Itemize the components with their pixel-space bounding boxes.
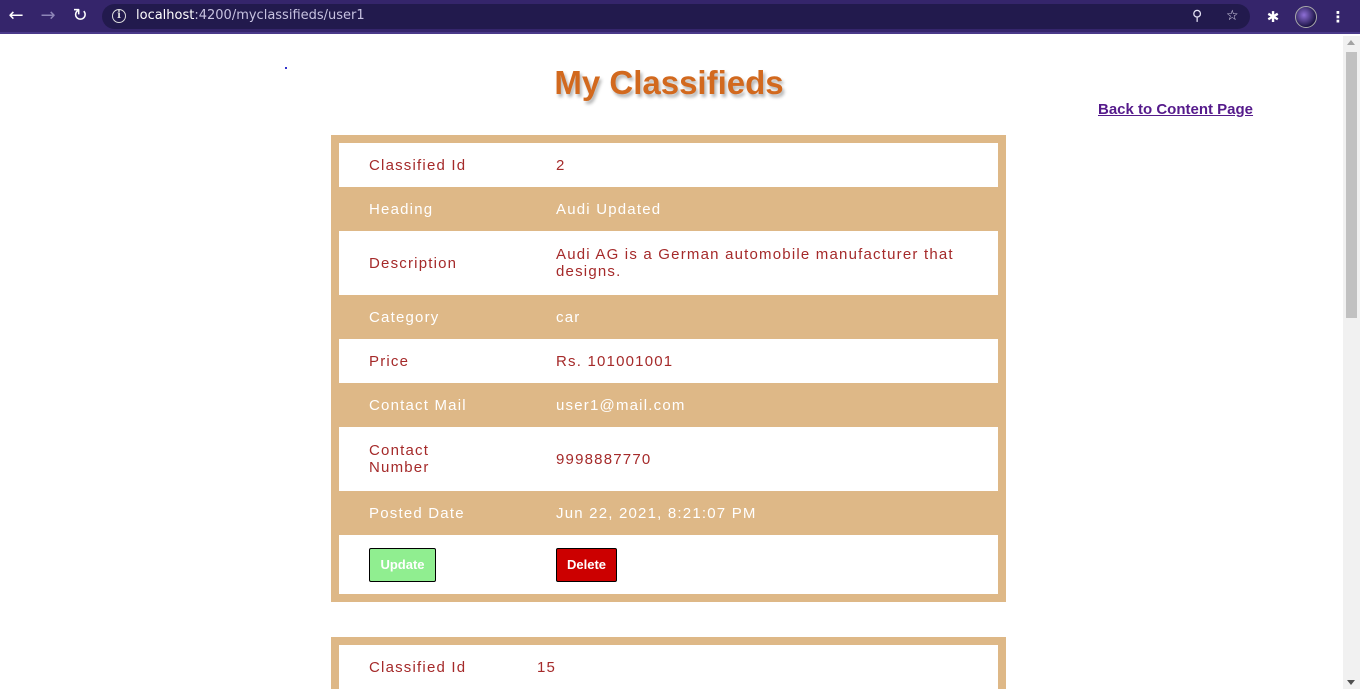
reload-icon[interactable]: ↻	[69, 5, 91, 27]
delete-cell: Delete	[556, 535, 998, 594]
table-row: Heading Audi Updated	[339, 187, 998, 231]
category-value: car	[556, 308, 581, 326]
mail-label: Contact Mail	[369, 396, 467, 414]
price-label: Price	[369, 352, 410, 370]
heading-label: Heading	[369, 200, 434, 218]
id-value: 2	[556, 156, 566, 174]
scroll-up-icon[interactable]	[1347, 40, 1355, 45]
update-button[interactable]: Update	[369, 547, 436, 582]
table-row: Classified Id 2	[339, 143, 998, 187]
page-content: My Classifieds Back to Content Page Clas…	[0, 36, 1343, 689]
scroll-thumb[interactable]	[1346, 52, 1357, 318]
update-cell: Update	[339, 535, 556, 594]
menu-icon[interactable]: ⋮	[1327, 6, 1349, 28]
classified-table: Classified Id 2 Heading Audi Updated Des…	[339, 143, 998, 594]
table-row: Contact Number 9998887770	[339, 427, 998, 491]
id-value: 15	[537, 645, 998, 689]
table-row: Price Rs. 101001001	[339, 339, 998, 383]
description-value: Audi AG is a German automobile manufactu…	[556, 246, 954, 280]
table-row: Description Audi AG is a German automobi…	[339, 231, 998, 295]
info-icon[interactable]: i	[112, 9, 126, 23]
delete-button[interactable]: Delete	[556, 547, 617, 582]
scroll-down-icon[interactable]	[1347, 680, 1355, 685]
price-value: Rs. 101001001	[556, 352, 674, 370]
date-label: Posted Date	[369, 504, 465, 522]
table-row: Update Delete	[339, 535, 998, 594]
mail-value: user1@mail.com	[556, 396, 686, 414]
table-row: Classified Id 15	[339, 645, 998, 689]
star-icon[interactable]: ☆	[1226, 8, 1239, 24]
category-label: Category	[369, 308, 440, 326]
description-label: Description	[369, 254, 458, 272]
browser-toolbar: ← → ↻ i localhost:4200/myclassifieds/use…	[0, 0, 1360, 34]
forward-arrow-icon[interactable]: →	[37, 5, 59, 27]
number-value: 9998887770	[556, 450, 652, 468]
url-text[interactable]: localhost:4200/myclassifieds/user1	[136, 8, 365, 23]
id-value-text: 15	[537, 658, 557, 676]
table-row: Contact Mail user1@mail.com	[339, 383, 998, 427]
classified-table: Classified Id 15	[339, 645, 998, 689]
avatar[interactable]	[1295, 6, 1317, 28]
date-value: Jun 22, 2021, 8:21:07 PM	[556, 504, 757, 522]
classified-card: Classified Id 15	[331, 637, 1006, 689]
table-row: Category car	[339, 295, 998, 339]
table-row: Posted Date Jun 22, 2021, 8:21:07 PM	[339, 491, 998, 535]
back-to-content-link[interactable]: Back to Content Page	[1098, 101, 1253, 118]
extensions-icon[interactable]: ✱	[1262, 6, 1284, 28]
page-title: My Classifieds	[554, 64, 784, 101]
classified-card: Classified Id 2 Heading Audi Updated Des…	[331, 135, 1006, 602]
key-icon[interactable]: ⚲	[1192, 8, 1202, 24]
number-label: Contact Number	[369, 442, 430, 476]
scrollbar[interactable]	[1343, 36, 1360, 689]
heading-value: Audi Updated	[556, 200, 662, 218]
id-label: Classified Id	[369, 156, 467, 174]
address-bar[interactable]: i localhost:4200/myclassifieds/user1 ⚲ ☆	[102, 4, 1250, 29]
back-arrow-icon[interactable]: ←	[5, 5, 27, 27]
id-label: Classified Id	[369, 658, 467, 676]
